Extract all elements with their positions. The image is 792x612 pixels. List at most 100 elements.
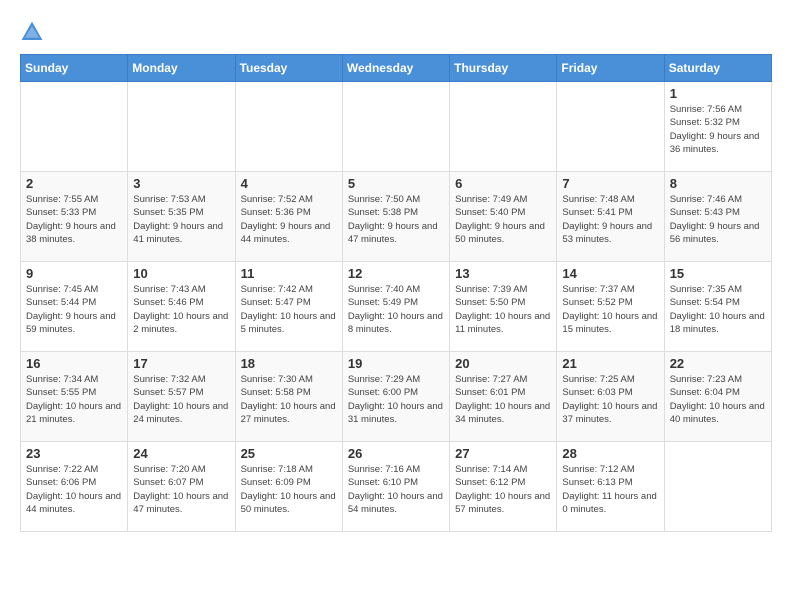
calendar-day-cell: 25 Sunrise: 7:18 AM Sunset: 6:09 PM Dayli…: [235, 442, 342, 532]
calendar-day-cell: 19Sunrise: 7:29 AM Sunset: 6:00 PM Dayli…: [342, 352, 449, 442]
day-number: 17: [133, 356, 229, 371]
day-info: Sunrise: 7:50 AM Sunset: 5:38 PM Dayligh…: [348, 193, 444, 246]
calendar-day-cell: 23 Sunrise: 7:22 AM Sunset: 6:06 PM Dayli…: [21, 442, 128, 532]
day-number: 3: [133, 176, 229, 191]
day-info: Sunrise: 7:45 AM Sunset: 5:44 PM Dayligh…: [26, 283, 122, 336]
calendar-day-cell: 7 Sunrise: 7:48 AM Sunset: 5:41 PM Daylig…: [557, 172, 664, 262]
header-day-tuesday: Tuesday: [235, 55, 342, 82]
day-number: 24: [133, 446, 229, 461]
calendar-day-cell: 11 Sunrise: 7:42 AM Sunset: 5:47 PM Dayli…: [235, 262, 342, 352]
calendar-day-cell: 2 Sunrise: 7:55 AM Sunset: 5:33 PM Daylig…: [21, 172, 128, 262]
day-number: 8: [670, 176, 766, 191]
day-info: Sunrise: 7:55 AM Sunset: 5:33 PM Dayligh…: [26, 193, 122, 246]
calendar-day-cell: 14 Sunrise: 7:37 AM Sunset: 5:52 PM Dayli…: [557, 262, 664, 352]
day-info: Sunrise: 7:53 AM Sunset: 5:35 PM Dayligh…: [133, 193, 229, 246]
logo-icon: [20, 20, 44, 44]
calendar-day-cell: 15 Sunrise: 7:35 AM Sunset: 5:54 PM Dayli…: [664, 262, 771, 352]
day-number: 9: [26, 266, 122, 281]
calendar-day-cell: 21 Sunrise: 7:25 AM Sunset: 6:03 PM Dayli…: [557, 352, 664, 442]
day-info: Sunrise: 7:23 AM Sunset: 6:04 PM Dayligh…: [670, 373, 766, 426]
day-number: 10: [133, 266, 229, 281]
day-number: 26: [348, 446, 444, 461]
day-number: 16: [26, 356, 122, 371]
day-number: 2: [26, 176, 122, 191]
calendar-day-cell: 16 Sunrise: 7:34 AM Sunset: 5:55 PM Dayli…: [21, 352, 128, 442]
day-number: 19: [348, 356, 444, 371]
day-number: 14: [562, 266, 658, 281]
calendar-day-cell: 22 Sunrise: 7:23 AM Sunset: 6:04 PM Dayli…: [664, 352, 771, 442]
calendar-day-cell: [664, 442, 771, 532]
calendar-day-cell: 24Sunrise: 7:20 AM Sunset: 6:07 PM Dayli…: [128, 442, 235, 532]
calendar-day-cell: 6 Sunrise: 7:49 AM Sunset: 5:40 PM Daylig…: [450, 172, 557, 262]
day-info: Sunrise: 7:37 AM Sunset: 5:52 PM Dayligh…: [562, 283, 658, 336]
calendar-day-cell: 26 Sunrise: 7:16 AM Sunset: 6:10 PM Dayli…: [342, 442, 449, 532]
day-info: Sunrise: 7:16 AM Sunset: 6:10 PM Dayligh…: [348, 463, 444, 516]
day-info: Sunrise: 7:52 AM Sunset: 5:36 PM Dayligh…: [241, 193, 337, 246]
day-info: Sunrise: 7:42 AM Sunset: 5:47 PM Dayligh…: [241, 283, 337, 336]
day-number: 11: [241, 266, 337, 281]
day-info: Sunrise: 7:27 AM Sunset: 6:01 PM Dayligh…: [455, 373, 551, 426]
day-number: 7: [562, 176, 658, 191]
calendar-day-cell: 17Sunrise: 7:32 AM Sunset: 5:57 PM Dayli…: [128, 352, 235, 442]
day-info: Sunrise: 7:14 AM Sunset: 6:12 PM Dayligh…: [455, 463, 551, 516]
calendar-week-row: 16 Sunrise: 7:34 AM Sunset: 5:55 PM Dayli…: [21, 352, 772, 442]
day-info: Sunrise: 7:25 AM Sunset: 6:03 PM Dayligh…: [562, 373, 658, 426]
day-number: 28: [562, 446, 658, 461]
day-info: Sunrise: 7:39 AM Sunset: 5:50 PM Dayligh…: [455, 283, 551, 336]
day-number: 12: [348, 266, 444, 281]
calendar-header-row: SundayMondayTuesdayWednesdayThursdayFrid…: [21, 55, 772, 82]
day-number: 4: [241, 176, 337, 191]
day-info: Sunrise: 7:48 AM Sunset: 5:41 PM Dayligh…: [562, 193, 658, 246]
day-number: 6: [455, 176, 551, 191]
calendar-day-cell: [128, 82, 235, 172]
calendar-day-cell: 9 Sunrise: 7:45 AM Sunset: 5:44 PM Daylig…: [21, 262, 128, 352]
calendar-header: [20, 20, 772, 44]
calendar-day-cell: 10 Sunrise: 7:43 AM Sunset: 5:46 PM Dayli…: [128, 262, 235, 352]
calendar-day-cell: 12 Sunrise: 7:40 AM Sunset: 5:49 PM Dayli…: [342, 262, 449, 352]
calendar-day-cell: [450, 82, 557, 172]
day-number: 18: [241, 356, 337, 371]
calendar-table: SundayMondayTuesdayWednesdayThursdayFrid…: [20, 54, 772, 532]
day-info: Sunrise: 7:56 AM Sunset: 5:32 PM Dayligh…: [670, 103, 766, 156]
day-info: Sunrise: 7:22 AM Sunset: 6:06 PM Dayligh…: [26, 463, 122, 516]
header-day-saturday: Saturday: [664, 55, 771, 82]
header-day-wednesday: Wednesday: [342, 55, 449, 82]
day-info: Sunrise: 7:18 AM Sunset: 6:09 PM Dayligh…: [241, 463, 337, 516]
calendar-day-cell: 13 Sunrise: 7:39 AM Sunset: 5:50 PM Dayli…: [450, 262, 557, 352]
day-info: Sunrise: 7:30 AM Sunset: 5:58 PM Dayligh…: [241, 373, 337, 426]
day-number: 23: [26, 446, 122, 461]
calendar-week-row: 9 Sunrise: 7:45 AM Sunset: 5:44 PM Daylig…: [21, 262, 772, 352]
day-number: 1: [670, 86, 766, 101]
day-info: Sunrise: 7:35 AM Sunset: 5:54 PM Dayligh…: [670, 283, 766, 336]
day-number: 13: [455, 266, 551, 281]
calendar-day-cell: 28 Sunrise: 7:12 AM Sunset: 6:13 PM Dayli…: [557, 442, 664, 532]
day-number: 27: [455, 446, 551, 461]
calendar-day-cell: [235, 82, 342, 172]
calendar-week-row: 2 Sunrise: 7:55 AM Sunset: 5:33 PM Daylig…: [21, 172, 772, 262]
calendar-day-cell: 27 Sunrise: 7:14 AM Sunset: 6:12 PM Dayli…: [450, 442, 557, 532]
day-number: 15: [670, 266, 766, 281]
day-number: 21: [562, 356, 658, 371]
header-day-friday: Friday: [557, 55, 664, 82]
calendar-day-cell: [21, 82, 128, 172]
day-info: Sunrise: 7:40 AM Sunset: 5:49 PM Dayligh…: [348, 283, 444, 336]
header-day-thursday: Thursday: [450, 55, 557, 82]
day-number: 22: [670, 356, 766, 371]
logo: [20, 20, 48, 44]
calendar-week-row: 1 Sunrise: 7:56 AM Sunset: 5:32 PM Daylig…: [21, 82, 772, 172]
calendar-day-cell: [342, 82, 449, 172]
day-info: Sunrise: 7:12 AM Sunset: 6:13 PM Dayligh…: [562, 463, 658, 516]
calendar-day-cell: [557, 82, 664, 172]
calendar-day-cell: 8 Sunrise: 7:46 AM Sunset: 5:43 PM Daylig…: [664, 172, 771, 262]
calendar-day-cell: 3 Sunrise: 7:53 AM Sunset: 5:35 PM Daylig…: [128, 172, 235, 262]
header-day-monday: Monday: [128, 55, 235, 82]
calendar-day-cell: 20 Sunrise: 7:27 AM Sunset: 6:01 PM Dayli…: [450, 352, 557, 442]
day-info: Sunrise: 7:46 AM Sunset: 5:43 PM Dayligh…: [670, 193, 766, 246]
day-info: Sunrise: 7:49 AM Sunset: 5:40 PM Dayligh…: [455, 193, 551, 246]
calendar-week-row: 23 Sunrise: 7:22 AM Sunset: 6:06 PM Dayli…: [21, 442, 772, 532]
day-number: 25: [241, 446, 337, 461]
calendar-day-cell: 1 Sunrise: 7:56 AM Sunset: 5:32 PM Daylig…: [664, 82, 771, 172]
day-number: 20: [455, 356, 551, 371]
day-info: Sunrise: 7:43 AM Sunset: 5:46 PM Dayligh…: [133, 283, 229, 336]
day-info: Sunrise: 7:34 AM Sunset: 5:55 PM Dayligh…: [26, 373, 122, 426]
